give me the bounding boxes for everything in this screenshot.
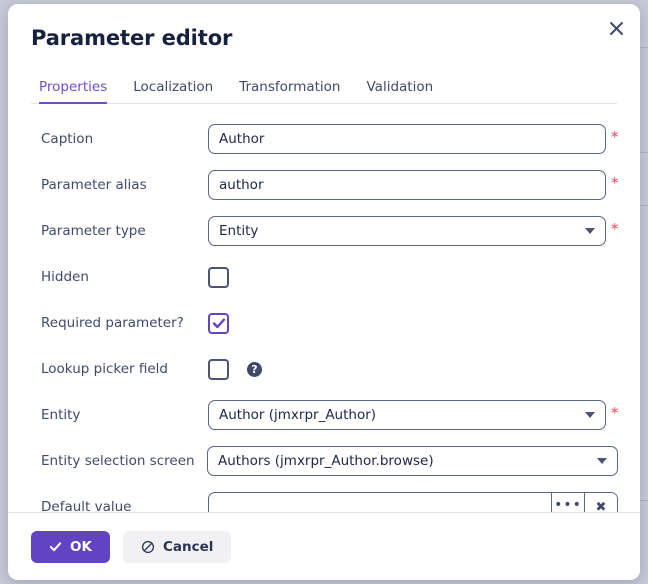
lookup-picker-field-label: Lookup picker field: [41, 361, 168, 377]
dialog-footer: OK Cancel: [8, 512, 640, 580]
tab-transformation[interactable]: Transformation: [226, 79, 353, 104]
parameter-alias-label: Parameter alias: [41, 177, 147, 193]
parameter-type-label: Parameter type: [41, 223, 146, 239]
entity-value: Author (jmxrpr_Author): [219, 407, 377, 423]
form-row-entity: Entity Author (jmxrpr_Author) *: [8, 392, 640, 438]
ok-button-label: OK: [70, 538, 92, 555]
lookup-picker-field-checkbox[interactable]: [208, 358, 229, 380]
help-icon[interactable]: ?: [247, 361, 262, 377]
entity-label: Entity: [41, 407, 81, 423]
caption-required-marker: *: [611, 128, 619, 146]
parameter-type-value: Entity: [219, 223, 259, 239]
parameter-editor-dialog: Parameter editor Properties Localization…: [8, 4, 640, 580]
caption-label: Caption: [41, 131, 94, 147]
ellipsis-icon: •••: [554, 496, 582, 513]
entity-required-marker: *: [611, 404, 619, 422]
form-row-caption: Caption *: [8, 116, 640, 162]
form-row-required-parameter: Required parameter?: [8, 300, 640, 346]
properties-form: Caption * Parameter alias * Parameter ty…: [8, 104, 640, 530]
cancel-button-label: Cancel: [162, 538, 214, 555]
required-parameter-checkbox[interactable]: [208, 312, 229, 334]
ban-icon: [141, 540, 155, 553]
parameter-alias-input[interactable]: [208, 170, 606, 200]
parameter-type-required-marker: *: [611, 220, 619, 238]
page-title: Parameter editor: [31, 26, 233, 50]
dialog-tabs: Properties Localization Transformation V…: [8, 72, 640, 104]
entity-selection-screen-value: Authors (jmxrpr_Author.browse): [218, 453, 434, 469]
dialog-header: Parameter editor: [8, 4, 640, 72]
form-row-lookup-picker-field: Lookup picker field ?: [8, 346, 640, 392]
hidden-label: Hidden: [41, 269, 89, 285]
form-row-parameter-type: Parameter type Entity *: [8, 208, 640, 254]
entity-selection-screen-select[interactable]: Authors (jmxrpr_Author.browse): [207, 446, 618, 476]
chevron-down-icon: [597, 458, 607, 464]
parameter-alias-required-marker: *: [611, 174, 619, 192]
check-icon: [49, 542, 62, 552]
entity-select[interactable]: Author (jmxrpr_Author): [208, 400, 606, 430]
required-parameter-label: Required parameter?: [41, 315, 184, 331]
entity-selection-screen-label: Entity selection screen: [41, 453, 195, 469]
chevron-down-icon: [585, 228, 595, 234]
form-row-hidden: Hidden: [8, 254, 640, 300]
chevron-down-icon: [585, 412, 595, 418]
tab-properties[interactable]: Properties: [31, 79, 120, 104]
form-row-parameter-alias: Parameter alias *: [8, 162, 640, 208]
close-icon[interactable]: [602, 14, 630, 42]
cancel-button[interactable]: Cancel: [122, 530, 232, 563]
tab-localization[interactable]: Localization: [120, 79, 226, 104]
caption-input[interactable]: [208, 124, 606, 154]
parameter-type-select[interactable]: Entity: [208, 216, 606, 246]
form-row-entity-selection-screen: Entity selection screen Authors (jmxrpr_…: [8, 438, 640, 484]
hidden-checkbox[interactable]: [208, 266, 229, 288]
ok-button[interactable]: OK: [31, 530, 110, 563]
tab-validation[interactable]: Validation: [354, 79, 447, 104]
